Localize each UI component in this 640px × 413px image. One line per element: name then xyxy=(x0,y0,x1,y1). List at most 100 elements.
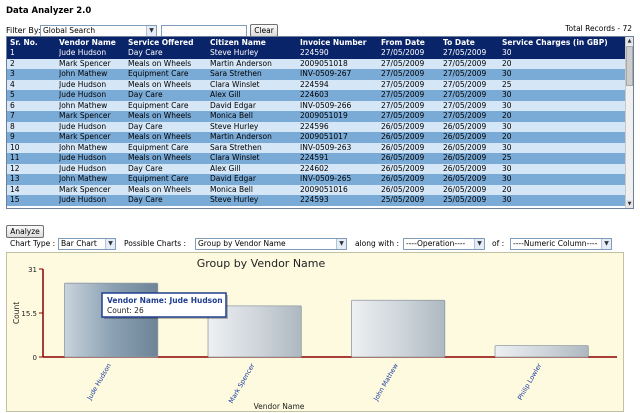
table-cell: Jude Hudson xyxy=(59,79,107,89)
table-cell: 25 xyxy=(502,79,512,89)
table-cell: Steve Hurley xyxy=(210,195,259,204)
grid-header: Sr. No. Vendor Name Service Offered Citi… xyxy=(7,37,627,48)
table-cell: 224594 xyxy=(300,79,329,89)
bar[interactable] xyxy=(494,345,589,358)
table-row[interactable]: 12 Jude Hudson Day Care Alex Gill 224602 26/0… xyxy=(7,163,627,174)
column-header[interactable]: Citizen Name xyxy=(210,37,298,48)
column-header[interactable]: Invoice Number xyxy=(300,37,380,48)
table-cell: 10 xyxy=(10,142,20,152)
numeric-column-select[interactable]: ----Numeric Column---- ▼ xyxy=(510,238,612,250)
table-cell: 27/05/2009 xyxy=(443,69,487,78)
table-row[interactable]: 11 Jude Hudson Meals on Wheels Clara Winsle… xyxy=(7,153,627,164)
table-cell: Clara Winslet xyxy=(210,79,260,89)
table-cell: John Mathew xyxy=(59,100,108,110)
chart-controls: Chart Type : Bar Chart ▼ Possible Charts… xyxy=(6,238,634,250)
chevron-down-icon: ▼ xyxy=(601,239,611,249)
table-row[interactable]: 13 John Mathew Equipment Care David Edgar IN… xyxy=(7,174,627,185)
grid-scrollbar[interactable]: ▲ ▼ xyxy=(625,37,633,208)
scroll-up-icon[interactable]: ▲ xyxy=(626,37,633,45)
table-row[interactable]: 6 John Mathew Equipment Care David Edgar INV… xyxy=(7,100,627,111)
column-header[interactable]: Sr. No. xyxy=(10,37,57,48)
table-cell: 224593 xyxy=(300,195,329,204)
table-row[interactable]: 15 Jude Hudson Day Care Steve Hurley 224593 2… xyxy=(7,195,627,206)
table-cell: 6 xyxy=(10,100,15,110)
table-cell: 2009051016 xyxy=(300,184,348,194)
table-cell: 27/05/2009 xyxy=(381,111,425,120)
table-cell: 27/05/2009 xyxy=(381,69,425,78)
table-cell: 20 xyxy=(502,58,512,68)
table-cell: Sara Strethen xyxy=(210,69,262,78)
table-cell: 27/05/2009 xyxy=(443,100,487,110)
table-cell: Jude Hudson xyxy=(59,90,107,99)
table-cell: 30 xyxy=(502,163,512,173)
table-cell: 30 xyxy=(502,100,512,110)
table-cell: 27/05/2009 xyxy=(381,48,425,57)
column-header[interactable]: Service Charges (in GBP) xyxy=(502,37,627,48)
table-cell: Day Care xyxy=(128,48,163,57)
table-cell: 3 xyxy=(10,69,15,78)
column-header[interactable]: To Date xyxy=(443,37,501,48)
table-cell: 30 xyxy=(502,195,512,204)
table-cell: David Edgar xyxy=(210,174,256,183)
chart-title: Group by Vendor Name xyxy=(197,257,326,270)
possible-charts-select[interactable]: Group by Vendor Name ▼ xyxy=(195,238,347,250)
scroll-down-icon[interactable]: ▼ xyxy=(626,200,633,208)
table-cell: 26/05/2009 xyxy=(443,132,487,141)
scrollbar-thumb[interactable] xyxy=(626,46,633,86)
table-cell: 27/05/2009 xyxy=(381,90,425,99)
table-cell: 2009051017 xyxy=(300,132,348,141)
table-cell: 13 xyxy=(10,174,20,183)
table-row[interactable]: 2 Mark Spencer Meals on Wheels Martin Ander… xyxy=(7,58,627,69)
x-axis-label: Vendor Name xyxy=(254,402,305,411)
table-cell: John Mathew xyxy=(59,142,108,152)
chevron-down-icon: ▼ xyxy=(146,26,156,36)
chart-panel: Group by Vendor Name Count 0 15.5 31 Jude Hud… xyxy=(6,252,624,412)
column-header[interactable]: Service Offered xyxy=(128,37,208,48)
analyze-button[interactable]: Analyze xyxy=(6,225,44,238)
table-row[interactable]: 10 John Mathew Equipment Care Sara Strethen… xyxy=(7,142,627,153)
table-cell: Day Care xyxy=(128,121,163,131)
table-cell: 20 xyxy=(502,184,512,194)
table-cell: 25/05/2009 xyxy=(381,195,425,204)
table-row[interactable]: 9 Mark Spencer Meals on Wheels Martin Ander… xyxy=(7,132,627,143)
table-cell: Monica Bell xyxy=(210,184,253,194)
bar[interactable] xyxy=(351,299,446,358)
table-cell: Jude Hudson xyxy=(59,163,107,173)
possible-charts-label: Possible Charts : xyxy=(124,239,187,248)
filter-label: Filter By: xyxy=(6,26,41,35)
table-cell: David Edgar xyxy=(210,100,256,110)
table-cell: 8 xyxy=(10,121,15,131)
table-cell: Meals on Wheels xyxy=(128,153,192,162)
chevron-down-icon: ▼ xyxy=(105,239,115,249)
column-header[interactable]: From Date xyxy=(381,37,441,48)
table-row[interactable]: 7 Mark Spencer Meals on Wheels Monica Bell 2… xyxy=(7,111,627,122)
table-row[interactable]: 3 John Mathew Equipment Care Sara Strethen I… xyxy=(7,69,627,80)
tooltip-title: Vendor Name: Jude Hudson xyxy=(107,296,223,305)
table-row[interactable]: 8 Jude Hudson Day Care Steve Hurley 224596 26… xyxy=(7,121,627,132)
table-cell: Meals on Wheels xyxy=(128,184,192,194)
table-cell: 224591 xyxy=(300,153,329,162)
column-header[interactable]: Vendor Name xyxy=(59,37,127,48)
y-tick-label: 0 xyxy=(33,354,37,362)
table-cell: 30 xyxy=(502,48,512,57)
table-cell: 26/05/2009 xyxy=(381,121,425,131)
table-row[interactable]: 14 Mark Spencer Meals on Wheels Monica Bell… xyxy=(7,184,627,195)
table-row[interactable]: 1 Jude Hudson Day Care Steve Hurley 224590 27… xyxy=(7,48,627,59)
table-cell: Meals on Wheels xyxy=(128,111,192,120)
table-cell: Meals on Wheels xyxy=(128,58,192,68)
table-cell: 30 xyxy=(502,142,512,152)
table-row[interactable]: 4 Jude Hudson Meals on Wheels Clara Winslet… xyxy=(7,79,627,90)
table-cell: 224603 xyxy=(300,90,329,99)
table-cell: 26/05/2009 xyxy=(443,153,487,162)
table-cell: INV-0509-267 xyxy=(300,69,352,78)
table-cell: 27/05/2009 xyxy=(381,58,425,68)
operation-select[interactable]: ----Operation---- ▼ xyxy=(403,238,485,250)
table-cell: Jude Hudson xyxy=(59,121,107,131)
table-row[interactable]: 5 Jude Hudson Day Care Alex Gill 224603 27/05… xyxy=(7,90,627,101)
table-cell: Meals on Wheels xyxy=(128,132,192,141)
table-cell: INV-0509-263 xyxy=(300,142,352,152)
chart-type-select[interactable]: Bar Chart ▼ xyxy=(58,238,116,250)
table-cell: Mark Spencer xyxy=(59,58,111,68)
along-with-label: along with : xyxy=(355,239,399,248)
table-cell: 26/05/2009 xyxy=(443,163,487,173)
